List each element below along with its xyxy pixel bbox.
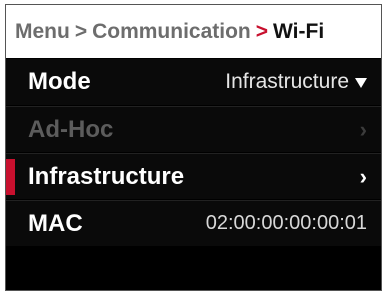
chevron-down-icon (355, 78, 367, 88)
chevron-right-icon: › (359, 116, 367, 142)
chevron-right-icon: › (359, 163, 367, 189)
mode-dropdown-value: Infrastructure (225, 70, 349, 93)
wifi-menu-screen: Menu > Communication > Wi-Fi Mode Infras… (5, 4, 382, 291)
breadcrumb: Menu > Communication > Wi-Fi (6, 5, 381, 58)
menu-row-label: Mode (28, 68, 91, 95)
menu-row-mode[interactable]: Mode Infrastructure (6, 59, 381, 105)
menu-row-ad-hoc[interactable]: Ad-Hoc › (6, 106, 381, 152)
breadcrumb-separator-active: > (255, 19, 269, 43)
breadcrumb-separator: > (74, 19, 88, 43)
selection-indicator (6, 159, 15, 195)
menu-row-mac[interactable]: MAC 02:00:00:00:00:01 (6, 200, 381, 246)
menu-row-label: MAC (28, 209, 83, 237)
breadcrumb-menu[interactable]: Menu (15, 20, 70, 44)
mac-address-value: 02:00:00:00:00:01 (205, 212, 367, 234)
menu-row-label: Ad-Hoc (28, 115, 114, 143)
empty-area (6, 247, 381, 290)
breadcrumb-current-page: Wi-Fi (273, 19, 325, 43)
menu-row-label: Infrastructure (28, 162, 185, 190)
menu-row-infrastructure[interactable]: Infrastructure › (6, 153, 381, 199)
mode-dropdown[interactable]: Infrastructure (225, 70, 367, 94)
breadcrumb-communication[interactable]: Communication (92, 20, 251, 44)
